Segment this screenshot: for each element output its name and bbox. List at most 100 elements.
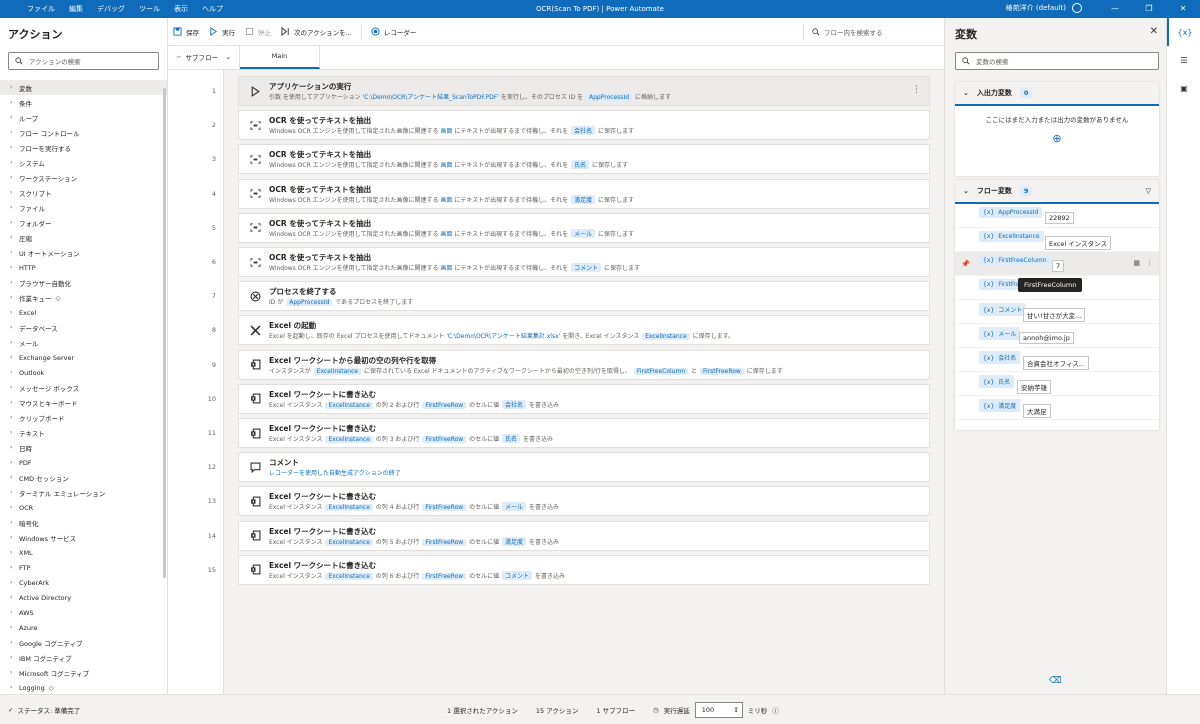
variables-search-input[interactable]: 変数の検索 [955, 52, 1159, 70]
variable-name[interactable]: {x} AppProcessId [979, 207, 1043, 218]
eraser-icon[interactable]: ⌫ [1049, 676, 1062, 686]
action-category[interactable]: › OCR [0, 500, 167, 515]
more-options-icon[interactable]: ⋮ [1146, 259, 1153, 267]
menu-file[interactable]: ファイル [20, 4, 62, 14]
flow-action[interactable]: OCR を使ってテキストを抽出 Windows OCR エンジンを使用して指定され… [238, 110, 930, 141]
table-view-icon[interactable]: ▦ [1133, 259, 1140, 267]
action-category[interactable]: › UI オートメーション [0, 245, 167, 260]
add-variable-icon[interactable]: ⊕ [955, 132, 1159, 145]
actions-scrollbar[interactable] [163, 88, 166, 578]
action-category[interactable]: › 暗号化 [0, 515, 167, 530]
action-category[interactable]: › 作業キュー ◇ [0, 290, 167, 305]
action-category[interactable]: › フロー コントロール [0, 125, 167, 140]
action-category[interactable]: › Logging ◇ [0, 680, 167, 695]
action-category[interactable]: › 圧縮 [0, 230, 167, 245]
action-category[interactable]: › CyberArk [0, 575, 167, 590]
flow-action[interactable]: Excel の起動 Excel を起動し、既存の Excel プロセスを使用してド… [238, 315, 930, 346]
action-category[interactable]: › ファイル [0, 200, 167, 215]
flow-action[interactable]: Excel ワークシートに書き込む Excel インスタンス ExcelInsta… [238, 418, 930, 448]
action-category[interactable]: › HTTP [0, 260, 167, 275]
layers-rail-icon[interactable]: ☰ [1167, 46, 1200, 74]
action-category[interactable]: › Exchange Server [0, 350, 167, 365]
action-category[interactable]: › Azure [0, 620, 167, 635]
variable-name[interactable]: {x} 氏名 [979, 375, 1015, 388]
close-icon[interactable]: ✕ [1150, 26, 1158, 37]
action-category[interactable]: › Windows サービス [0, 530, 167, 545]
tab-main[interactable]: Main [240, 45, 320, 69]
flow-variable-row[interactable]: {x} メール annoh@imo.jp [955, 324, 1159, 348]
variable-name[interactable]: {x} 満足度 [979, 399, 1021, 412]
flow-variable-row[interactable]: {x} コメント 甘い!甘さが大変... [955, 300, 1159, 324]
action-category[interactable]: › Active Directory [0, 590, 167, 605]
action-category[interactable]: › CMD セッション [0, 470, 167, 485]
flow-search-input[interactable]: フロー内を検索する [803, 24, 898, 40]
flow-variable-row[interactable]: {x} 満足度 大満足 [955, 396, 1159, 420]
pin-icon[interactable]: 📌 [961, 260, 970, 268]
actions-search-input[interactable]: アクションの検索 [8, 52, 159, 70]
action-category[interactable]: › スクリプト [0, 185, 167, 200]
run-button[interactable]: 実行 [204, 27, 240, 37]
spinner-icon[interactable]: ↕ [733, 706, 738, 714]
action-category[interactable]: › Microsoft コグニティブ [0, 665, 167, 680]
action-category[interactable]: › ループ [0, 110, 167, 125]
variable-name[interactable]: {x} コメント [979, 303, 1027, 316]
menu-edit[interactable]: 編集 [62, 4, 90, 14]
menu-debug[interactable]: デバッグ [90, 4, 132, 14]
flow-variable-row[interactable]: {x} AppProcessId 22892 [955, 204, 1159, 228]
stop-button[interactable]: 停止 [240, 27, 276, 37]
images-rail-icon[interactable]: ▣ [1167, 74, 1200, 102]
flow-action[interactable]: コメント レコーダーを使用した自動生成アクションの終了 [238, 452, 930, 483]
menu-tools[interactable]: ツール [132, 4, 167, 14]
save-button[interactable]: 保存 [168, 27, 204, 37]
menu-view[interactable]: 表示 [167, 4, 195, 14]
subflow-dropdown[interactable]: ∽ サブフロー ⌄ [168, 45, 240, 69]
action-category[interactable]: › FTP [0, 560, 167, 575]
action-category[interactable]: › ブラウザー自動化 [0, 275, 167, 290]
info-icon[interactable]: ⓘ [772, 705, 779, 715]
action-category[interactable]: › Excel [0, 305, 167, 320]
action-category[interactable]: › Outlook [0, 365, 167, 380]
action-category[interactable]: › ターミナル エミュレーション [0, 485, 167, 500]
run-delay-input[interactable]: 100 ↕ [694, 701, 743, 718]
action-category[interactable]: › PDF [0, 455, 167, 470]
flow-action[interactable]: Excel ワークシートに書き込む Excel インスタンス ExcelInsta… [238, 554, 930, 585]
recorder-button[interactable]: レコーダー [366, 27, 422, 37]
variable-name[interactable]: {x} ExcelInstance [979, 231, 1044, 242]
action-category[interactable]: › Google コグニティブ [0, 635, 167, 650]
flow-action[interactable]: Excel ワークシートに書き込む Excel インスタンス ExcelInsta… [238, 486, 930, 517]
action-category[interactable]: › 変数 [0, 80, 167, 95]
flow-action[interactable]: Excel ワークシートから最初の空の列や行を取得 インスタンスが ExcelIn… [238, 349, 930, 380]
action-category[interactable]: › マウスとキーボード [0, 395, 167, 410]
action-category[interactable]: › メール [0, 335, 167, 350]
action-category[interactable]: › AWS [0, 605, 167, 620]
action-category[interactable]: › テキスト [0, 425, 167, 440]
action-category[interactable]: › データベース [0, 320, 167, 335]
flow-action[interactable]: プロセスを終了する ID が AppProcessId であるプロセスを終了します [238, 281, 930, 312]
action-category[interactable]: › 日時 [0, 440, 167, 455]
user-account[interactable]: 椿苑洋介 (default) [1006, 3, 1082, 13]
action-category[interactable]: › 条件 [0, 95, 167, 110]
action-category[interactable]: › クリップボード [0, 410, 167, 425]
maximize-icon[interactable]: ❐ [1132, 0, 1166, 18]
more-options-icon[interactable]: ⋮ [912, 85, 921, 95]
action-category[interactable]: › IBM コグニティブ [0, 650, 167, 665]
flow-action[interactable]: Excel ワークシートに書き込む Excel インスタンス ExcelInsta… [238, 520, 930, 551]
action-category[interactable]: › XML [0, 545, 167, 560]
flow-action[interactable]: Excel ワークシートに書き込む Excel インスタンス ExcelInsta… [238, 383, 930, 414]
flow-action[interactable]: OCR を使ってテキストを抽出 Windows OCR エンジンを使用して指定され… [238, 144, 930, 175]
flow-action[interactable]: OCR を使ってテキストを抽出 Windows OCR エンジンを使用して指定され… [238, 178, 930, 209]
flow-action[interactable]: OCR を使ってテキストを抽出 Windows OCR エンジンを使用して指定され… [238, 212, 930, 243]
menu-help[interactable]: ヘルプ [195, 4, 230, 14]
variable-name[interactable]: {x} 会社名 [979, 351, 1021, 364]
flow-variables-header[interactable]: ⌄ フロー変数 9 ▽ [955, 180, 1159, 204]
flow-action[interactable]: アプリケーションの実行 引数 を使用してアプリケーション 'C:\Demo\OCR… [238, 76, 930, 106]
flow-variable-row[interactable]: 📌 {x} FirstFreeColumn 7 ▦ ⋮ [955, 252, 1159, 276]
action-category[interactable]: › フォルダー [0, 215, 167, 230]
io-variables-header[interactable]: ⌄ 入出力変数 0 [955, 82, 1159, 106]
variables-rail-icon[interactable]: {x} [1167, 18, 1200, 46]
flow-variable-row[interactable]: {x} 氏名 安納芋雄 [955, 372, 1159, 396]
flow-action[interactable]: OCR を使ってテキストを抽出 Windows OCR エンジンを使用して指定され… [238, 247, 930, 277]
variable-name[interactable]: {x} メール [979, 327, 1021, 340]
flow-variable-row[interactable]: {x} 会社名 合資会社オフィス... [955, 348, 1159, 372]
action-category[interactable]: › フローを実行する [0, 140, 167, 155]
